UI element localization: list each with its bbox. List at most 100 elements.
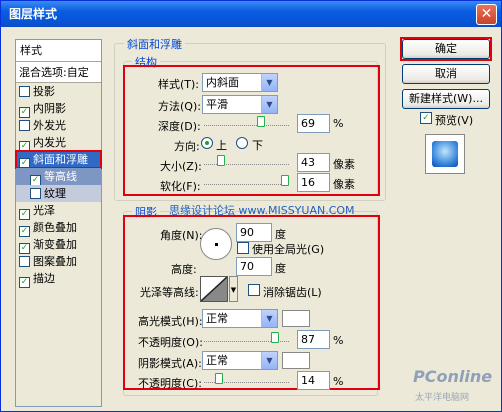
style-item-checkbox[interactable]: ✓ <box>19 277 30 288</box>
chevron-down-icon: ▼ <box>261 96 277 113</box>
gloss-contour-preview[interactable] <box>200 276 228 302</box>
contour-curve-icon <box>201 277 227 301</box>
style-item-label: 颜色叠加 <box>33 221 77 234</box>
highlight-opacity-thumb[interactable] <box>270 332 279 343</box>
shadow-opacity-thumb[interactable] <box>214 373 223 384</box>
highlight-color-swatch[interactable] <box>282 310 310 327</box>
shadow-opacity-unit: % <box>333 375 344 388</box>
style-label: 样式(T): <box>158 78 200 91</box>
style-item-checkbox[interactable] <box>19 86 30 97</box>
altitude-label: 高度: <box>171 263 197 276</box>
style-item-label: 渐变叠加 <box>33 238 77 251</box>
highlight-mode-label: 高光模式(H): <box>138 315 203 328</box>
shadow-mode-select[interactable]: 正常 ▼ <box>202 351 278 370</box>
direction-down-label: 下 <box>252 139 263 152</box>
styles-list: 样式 混合选项:自定 投影 ✓ 内阴影 外发光 ✓ 内发光 ✓ 斜面和浮雕 ✓ 等高线 纹理 ✓ 光泽 ✓… <box>15 39 102 407</box>
style-item[interactable]: 纹理 <box>16 185 101 202</box>
gloss-contour-label: 光泽等高线: <box>140 286 199 299</box>
direction-down-radio[interactable] <box>236 137 248 149</box>
altitude-input[interactable]: 70 <box>236 257 272 276</box>
style-item[interactable]: ✓ 内发光 <box>16 134 101 152</box>
style-value: 内斜面 <box>206 76 239 89</box>
style-item-checkbox[interactable] <box>30 188 41 199</box>
style-item-label: 描边 <box>33 272 55 285</box>
technique-value: 平滑 <box>206 98 228 111</box>
preview-label: 预览(V) <box>435 114 474 127</box>
style-item-label: 外发光 <box>33 119 66 132</box>
size-slider[interactable] <box>204 155 289 166</box>
contour-dropdown-arrow[interactable]: ▼ <box>229 276 238 302</box>
global-light-label: 使用全局光(G) <box>252 243 325 256</box>
shadow-mode-value: 正常 <box>206 354 228 367</box>
new-style-button[interactable]: 新建样式(W)... <box>402 89 490 109</box>
style-item-label: 内发光 <box>33 136 66 149</box>
style-item[interactable]: ✓ 等高线 <box>16 168 101 186</box>
altitude-unit: 度 <box>275 262 286 275</box>
depth-input[interactable]: 69 <box>297 114 330 133</box>
size-unit: 像素 <box>333 158 355 171</box>
style-item[interactable]: ✓ 描边 <box>16 270 101 288</box>
soften-slider-thumb[interactable] <box>281 175 289 186</box>
style-item[interactable]: 外发光 <box>16 117 101 134</box>
highlight-opacity-input[interactable]: 87 <box>297 330 330 349</box>
style-item-checkbox[interactable] <box>19 256 30 267</box>
window-title: 图层样式 <box>9 7 58 21</box>
shadow-mode-label: 阴影模式(A): <box>138 357 202 370</box>
highlight-opacity-slider[interactable] <box>204 332 289 343</box>
direction-label: 方向: <box>174 140 200 153</box>
direction-up-label: 上 <box>216 139 227 152</box>
shadow-opacity-label: 不透明度(C): <box>138 377 202 390</box>
angle-label: 角度(N): <box>160 229 203 242</box>
soften-unit: 像素 <box>333 178 355 191</box>
style-item[interactable]: ✓ 内阴影 <box>16 100 101 118</box>
angle-dial[interactable] <box>200 228 232 260</box>
chevron-down-icon: ▼ <box>261 74 277 91</box>
direction-up-radio[interactable] <box>201 137 213 149</box>
style-preview-box <box>425 134 465 174</box>
style-item-label: 斜面和浮雕 <box>33 153 88 166</box>
shadow-color-swatch[interactable] <box>282 352 310 369</box>
cancel-button[interactable]: 取消 <box>402 64 490 84</box>
brand-logo: PConline <box>413 367 493 386</box>
size-slider-thumb[interactable] <box>217 155 226 166</box>
soften-label: 软化(F): <box>160 180 201 193</box>
style-select[interactable]: 内斜面 ▼ <box>202 73 278 92</box>
depth-label: 深度(D): <box>158 120 201 133</box>
shadow-opacity-input[interactable]: 14 <box>297 371 330 390</box>
style-item[interactable]: ✓ 斜面和浮雕 <box>15 150 102 169</box>
style-item-label: 纹理 <box>44 187 66 200</box>
style-item-label: 等高线 <box>44 170 77 183</box>
preview-checkbox[interactable]: ✓ <box>420 112 432 124</box>
chevron-down-icon: ▼ <box>261 310 277 327</box>
chevron-down-icon: ▼ <box>261 352 277 369</box>
shadow-opacity-slider[interactable] <box>204 373 289 384</box>
style-item[interactable]: ✓ 颜色叠加 <box>16 219 101 237</box>
title-bar: 图层样式 ✕ <box>1 1 501 27</box>
highlight-mode-select[interactable]: 正常 ▼ <box>202 309 278 328</box>
style-item-label: 图案叠加 <box>33 255 77 268</box>
depth-slider-thumb[interactable] <box>257 116 266 127</box>
size-label: 大小(Z): <box>160 160 202 173</box>
close-icon[interactable]: ✕ <box>476 4 497 25</box>
technique-select[interactable]: 平滑 ▼ <box>202 95 278 114</box>
soften-slider[interactable] <box>204 175 289 186</box>
brand-subtitle: 太平洋电脑网 <box>415 393 470 403</box>
style-item[interactable]: 图案叠加 <box>16 253 101 270</box>
blend-options-item[interactable]: 混合选项:自定 <box>16 62 101 83</box>
depth-slider[interactable] <box>204 116 289 127</box>
size-input[interactable]: 43 <box>297 153 330 172</box>
style-item[interactable]: 投影 <box>16 83 101 100</box>
style-item-checkbox[interactable] <box>19 120 30 131</box>
preview-swatch <box>432 141 458 167</box>
style-item[interactable]: ✓ 渐变叠加 <box>16 236 101 254</box>
angle-input[interactable]: 90 <box>236 223 272 242</box>
style-item[interactable]: ✓ 光泽 <box>16 202 101 220</box>
ok-highlight <box>400 37 492 61</box>
soften-input[interactable]: 16 <box>297 173 330 192</box>
style-item-label: 内阴影 <box>33 102 66 115</box>
antialias-checkbox[interactable] <box>248 284 260 296</box>
depth-unit: % <box>333 117 344 130</box>
angle-unit: 度 <box>275 228 286 241</box>
global-light-checkbox[interactable] <box>237 242 249 254</box>
styles-header: 样式 <box>16 40 101 62</box>
